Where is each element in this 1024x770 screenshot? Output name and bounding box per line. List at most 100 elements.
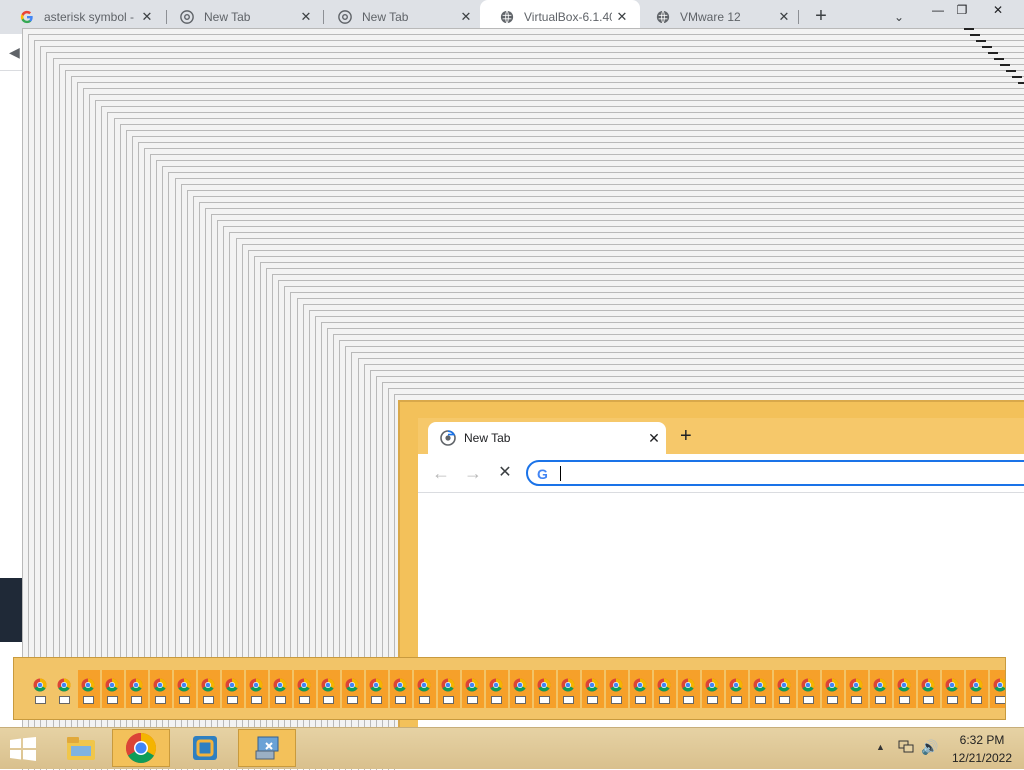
clock-date[interactable]: 12/21/2022 (940, 751, 1024, 765)
new-tab-button[interactable]: + (808, 4, 834, 30)
tab-virtualbox[interactable]: VirtualBox-6.1.40 ✕ (480, 0, 640, 34)
chrome-window-thumbnail[interactable] (54, 670, 76, 708)
window-preview-square (539, 696, 550, 704)
volume-icon[interactable]: 🔊 (921, 739, 938, 756)
chrome-window-thumbnail[interactable] (846, 670, 868, 708)
tab-close-icon[interactable]: ✕ (456, 9, 476, 25)
address-input[interactable] (562, 464, 1024, 484)
tab-close-icon[interactable]: ✕ (137, 9, 157, 25)
chrome-icon (345, 678, 359, 692)
chrome-window-thumbnail[interactable] (894, 670, 916, 708)
chrome-window-thumbnail[interactable] (78, 670, 100, 708)
tab-title: VMware 12 (680, 10, 774, 24)
windows-start-icon[interactable] (8, 737, 38, 761)
close-window-button[interactable]: ✕ (982, 0, 1014, 22)
chrome-icon (849, 678, 863, 692)
chrome-window-thumbnail[interactable] (30, 670, 52, 708)
chrome-window-thumbnail[interactable] (870, 670, 892, 708)
window-preview-square (155, 696, 166, 704)
tab-close-icon[interactable]: ✕ (296, 9, 316, 25)
chrome-icon (201, 678, 215, 692)
chrome-window-thumbnail[interactable] (366, 670, 388, 708)
show-hidden-icons-button[interactable]: ▲ (876, 742, 885, 752)
chrome-icon (561, 678, 575, 692)
chrome-taskbar-button[interactable] (112, 729, 170, 767)
tab-new-tab-2[interactable]: New Tab ✕ (318, 0, 484, 34)
chrome-icon (681, 678, 695, 692)
maximize-button[interactable]: ❐ (946, 0, 978, 22)
tab-search-chevron-icon[interactable]: ⌄ (888, 6, 910, 28)
tab-close-icon[interactable]: ✕ (774, 9, 794, 25)
chrome-window-thumbnail[interactable] (558, 670, 580, 708)
chrome-window-thumbnail[interactable] (246, 670, 268, 708)
chrome-window-thumbnail[interactable] (510, 670, 532, 708)
window-preview-square (491, 696, 502, 704)
chrome-window-thumbnail[interactable] (318, 670, 340, 708)
new-tab-button[interactable]: + (680, 426, 692, 446)
chrome-icon (129, 678, 143, 692)
globe-icon (500, 10, 514, 24)
tab-close-icon[interactable]: ✕ (612, 9, 632, 25)
chrome-window-thumbnail[interactable] (438, 670, 460, 708)
ghost-minimize-glyph (1000, 64, 1010, 66)
tab-vmware[interactable]: VMware 12 ✕ (636, 0, 802, 34)
ghost-minimize-glyph (1018, 82, 1024, 84)
chrome-window-thumbnail[interactable] (582, 670, 604, 708)
chrome-window-thumbnail[interactable] (462, 670, 484, 708)
chrome-window-thumbnail[interactable] (390, 670, 412, 708)
chrome-window-thumbnail[interactable] (342, 670, 364, 708)
chrome-window-thumbnail[interactable] (150, 670, 172, 708)
chrome-window-thumbnail[interactable] (966, 670, 988, 708)
chrome-window-thumbnail[interactable] (126, 670, 148, 708)
chrome-window-thumbnail[interactable] (198, 670, 220, 708)
chrome-window-thumbnail[interactable] (774, 670, 796, 708)
chrome-window-thumbnail[interactable] (990, 670, 1006, 708)
chrome-icon (81, 678, 95, 692)
chrome-window-thumbnail[interactable] (798, 670, 820, 708)
chrome-window-thumbnail[interactable] (222, 670, 244, 708)
window-preview-square (515, 696, 526, 704)
chrome-icon (729, 678, 743, 692)
chrome-window-thumbnail[interactable] (486, 670, 508, 708)
vmware-taskbar-button[interactable] (176, 729, 234, 767)
google-g-icon (20, 10, 34, 24)
tab-title: New Tab (204, 10, 296, 24)
chrome-window-thumbnail[interactable] (726, 670, 748, 708)
file-explorer-button[interactable] (52, 729, 110, 767)
chrome-icon (297, 678, 311, 692)
window-preview-square (35, 696, 46, 704)
network-icon[interactable] (898, 740, 914, 754)
front-toolbar: ← → ✕ G (418, 454, 1024, 493)
tab-new-tab-1[interactable]: New Tab ✕ (158, 0, 324, 34)
chrome-window-thumbnail[interactable] (102, 670, 124, 708)
tab-close-icon[interactable]: ✕ (642, 430, 666, 447)
stop-loading-icon[interactable]: ✕ (494, 463, 516, 485)
chrome-window-thumbnail[interactable] (678, 670, 700, 708)
chrome-window-thumbnail[interactable] (174, 670, 196, 708)
tab-new-tab-front[interactable]: New Tab ✕ (428, 422, 666, 454)
chrome-window-thumbnail[interactable] (630, 670, 652, 708)
chrome-window-thumbnail[interactable] (294, 670, 316, 708)
chrome-window-thumbnail[interactable] (414, 670, 436, 708)
chrome-window-thumbnail[interactable] (942, 670, 964, 708)
chrome-window-thumbnail[interactable] (918, 670, 940, 708)
chrome-window-thumbnail[interactable] (702, 670, 724, 708)
chrome-icon (273, 678, 287, 692)
address-bar[interactable]: G (526, 460, 1024, 486)
back-arrow-icon[interactable]: ← (430, 463, 452, 485)
tab-asterisk-symbol[interactable]: asterisk symbol - ✕ (0, 0, 165, 34)
chrome-window-thumbnail[interactable] (534, 670, 556, 708)
chrome-icon (249, 678, 263, 692)
ghost-minimize-glyph (982, 46, 992, 48)
chrome-window-thumbnail[interactable] (822, 670, 844, 708)
window-preview-square (59, 696, 70, 704)
forward-arrow-icon[interactable]: → (462, 463, 484, 485)
installer-taskbar-button[interactable] (238, 729, 296, 767)
clock-time[interactable]: 6:32 PM (940, 733, 1024, 747)
back-arrow-icon[interactable]: ◀ (9, 44, 20, 61)
chrome-window-thumbnail[interactable] (270, 670, 292, 708)
chrome-window-thumbnail[interactable] (606, 670, 628, 708)
chrome-window-thumbnail[interactable] (750, 670, 772, 708)
chrome-window-thumbnail[interactable] (654, 670, 676, 708)
ghost-minimize-glyph (970, 34, 980, 36)
